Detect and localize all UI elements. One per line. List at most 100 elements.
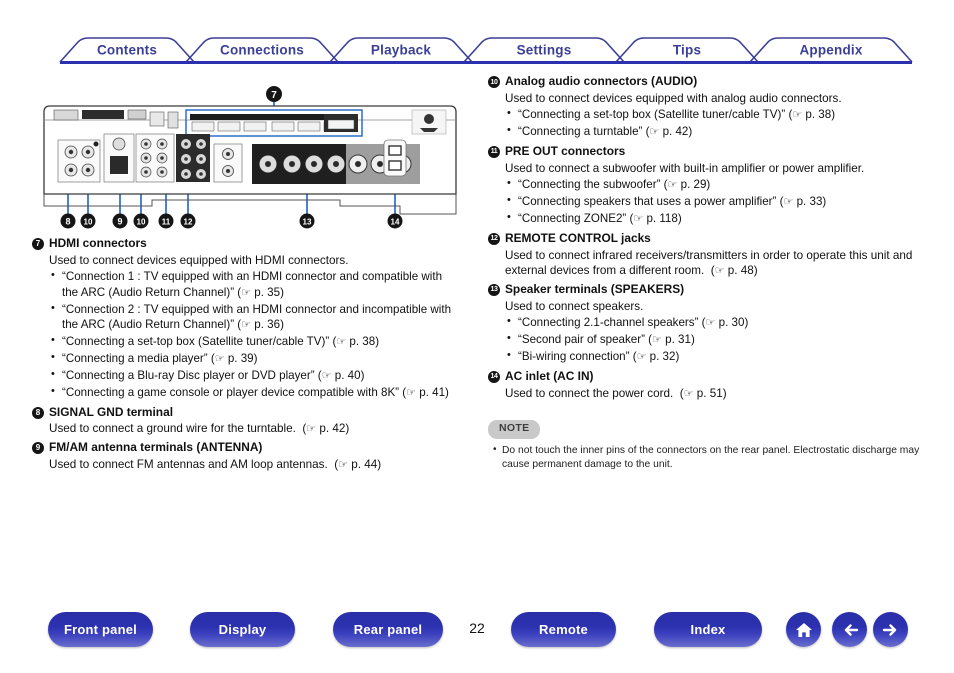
list-item[interactable]: “Connecting a Blu-ray Disc player or DVD… (51, 367, 457, 384)
callout-number: 10 (488, 76, 500, 88)
pointing-hand-icon: ☞ (338, 457, 348, 471)
ac-inlet (383, 139, 407, 177)
svg-text:9: 9 (117, 217, 122, 227)
rear-panel-diagram: 7 8 10 9 10 11 12 13 14 (40, 82, 460, 229)
callout-number: 11 (488, 145, 500, 158)
entry-description: Used to connect a subwoofer with built-i… (505, 161, 865, 175)
pointing-hand-icon: ☞ (667, 178, 678, 192)
pointing-hand-icon: ☞ (214, 352, 225, 366)
svg-text:14: 14 (391, 218, 400, 227)
pointing-hand-icon: ☞ (633, 212, 644, 226)
entry-title: REMOTE CONTROL jacks (505, 230, 651, 245)
entry-title: FM/AM antenna terminals (ANTENNA) (49, 440, 263, 455)
rear-panel-button[interactable]: Rear panel (333, 612, 443, 647)
note-item: Do not touch the inner pins of the conne… (493, 443, 920, 472)
list-item[interactable]: “Connecting the subwoofer” (☞ p. 29) (507, 176, 920, 193)
front-panel-button[interactable]: Front panel (48, 612, 153, 647)
pointing-hand-icon: ☞ (652, 333, 662, 347)
list-item[interactable]: “Connecting 2.1-channel speakers” (☞ p. … (507, 314, 920, 331)
svg-text:10: 10 (84, 218, 93, 227)
display-button[interactable]: Display (190, 612, 295, 647)
pointing-hand-icon: ☞ (792, 108, 803, 122)
svg-text:11: 11 (162, 218, 171, 227)
entry-description[interactable]: Used to connect a ground wire for the tu… (49, 421, 457, 437)
entry-header: 13 Speaker terminals (SPEAKERS) (488, 282, 920, 298)
entry-description[interactable]: Used to connect infrared receivers/trans… (505, 248, 920, 279)
tab-settings-label: Settings (516, 42, 572, 58)
home-button[interactable] (786, 612, 821, 647)
remote-button[interactable]: Remote (511, 612, 616, 647)
page-number: 22 (469, 620, 485, 636)
entry-remote-control-jacks: 12 REMOTE CONTROL jacks Used to connect … (488, 231, 920, 279)
entry-analog-audio-connectors: 10 Analog audio connectors (AUDIO) Used … (488, 74, 920, 140)
entry-header: 11 PRE OUT connectors (488, 144, 920, 160)
back-arrow-icon (844, 623, 858, 636)
list-item[interactable]: “Connecting a set-top box (Satellite tun… (51, 333, 457, 350)
entry-title: SIGNAL GND terminal (49, 404, 173, 419)
note-list: Do not touch the inner pins of the conne… (488, 443, 920, 472)
antenna-audio-group (57, 133, 175, 183)
pointing-hand-icon: ☞ (649, 125, 660, 139)
entry-header: 9 FM/AM antenna terminals (ANTENNA) (32, 440, 457, 456)
callout-number: 9 (32, 442, 44, 455)
home-icon (795, 622, 812, 637)
pointing-hand-icon: ☞ (306, 422, 317, 436)
svg-text:13: 13 (303, 218, 312, 227)
tab-bar: Contents Connections Playback Settings T… (0, 18, 954, 64)
pointing-hand-icon: ☞ (321, 369, 332, 383)
svg-text:7: 7 (271, 90, 277, 101)
entry-link-list: “Connecting 2.1-channel speakers” (☞ p. … (488, 314, 920, 365)
entry-description: Used to connect devices equipped with HD… (49, 253, 349, 267)
callout-number: 7 (32, 238, 44, 250)
callout-number: 12 (488, 232, 500, 245)
entry-ac-inlet: 14 AC inlet (AC IN) Used to connect the … (488, 369, 920, 401)
list-item[interactable]: “Connecting a turntable” (☞ p. 42) (507, 123, 920, 140)
tab-tips-label: Tips (672, 42, 702, 58)
entry-fm-am-antenna-terminals: 9 FM/AM antenna terminals (ANTENNA) Used… (32, 440, 457, 472)
entry-title: Analog audio connectors (AUDIO) (505, 74, 698, 88)
entry-title: Speaker terminals (SPEAKERS) (505, 281, 685, 296)
list-item[interactable]: “Bi-wiring connection” (☞ p. 32) (507, 348, 920, 365)
pointing-hand-icon: ☞ (336, 335, 347, 349)
callout-number: 8 (32, 406, 44, 419)
list-item[interactable]: “Connecting speakers that uses a power a… (507, 193, 920, 210)
forward-button[interactable] (873, 612, 908, 647)
tab-underline (60, 61, 912, 64)
list-item[interactable]: “Connection 1 : TV equipped with an HDMI… (51, 268, 457, 300)
rear-panel-illustration: 7 8 10 9 10 11 12 13 14 (43, 86, 457, 229)
entry-description[interactable]: Used to connect FM antennas and AM loop … (49, 457, 457, 473)
svg-text:8: 8 (65, 217, 70, 227)
list-item[interactable]: “Connecting a set-top box (Satellite tun… (507, 106, 920, 123)
back-button[interactable] (832, 612, 867, 647)
entry-link-list: “Connection 1 : TV equipped with an HDMI… (32, 268, 457, 401)
entry-header: 12 REMOTE CONTROL jacks (488, 231, 920, 247)
tab-contents-label: Contents (96, 42, 158, 58)
list-item[interactable]: “Second pair of speaker” (☞ p. 31) (507, 331, 920, 348)
list-item[interactable]: “Connection 2 : TV equipped with an HDMI… (51, 301, 457, 333)
svg-text:12: 12 (184, 218, 193, 227)
list-item[interactable]: “Connecting a game console or player dev… (51, 384, 457, 401)
pointing-hand-icon: ☞ (783, 195, 794, 209)
pointing-hand-icon: ☞ (241, 285, 252, 299)
note-badge: NOTE (488, 420, 541, 440)
right-content-column: 10 Analog audio connectors (AUDIO) Used … (488, 74, 920, 472)
entry-header: 7 HDMI connectors (32, 236, 457, 252)
list-item[interactable]: “Connecting ZONE2” (☞ p. 118) (507, 210, 920, 227)
left-content-column: 7 HDMI connectors Used to connect device… (32, 236, 457, 473)
pointing-hand-icon: ☞ (714, 264, 725, 278)
index-button[interactable]: Index (654, 612, 762, 647)
pointing-hand-icon: ☞ (406, 386, 416, 400)
entry-header: 8 SIGNAL GND terminal (32, 405, 457, 421)
entry-pre-out-connectors: 11 PRE OUT connectors Used to connect a … (488, 144, 920, 227)
list-item[interactable]: “Connecting a media player” (☞ p. 39) (51, 350, 457, 367)
entry-title: HDMI connectors (49, 236, 147, 250)
callout-number: 14 (488, 370, 500, 383)
entry-description[interactable]: Used to connect the power cord. (☞ p. 51… (505, 386, 920, 402)
entry-hdmi-connectors: 7 HDMI connectors Used to connect device… (32, 236, 457, 401)
pointing-hand-icon: ☞ (683, 386, 694, 400)
pointing-hand-icon: ☞ (636, 350, 647, 364)
entry-title: PRE OUT connectors (505, 143, 626, 158)
entry-link-list: “Connecting a set-top box (Satellite tun… (488, 106, 920, 140)
entry-description: Used to connect speakers. (505, 299, 644, 313)
entry-header: 10 Analog audio connectors (AUDIO) (488, 74, 920, 90)
